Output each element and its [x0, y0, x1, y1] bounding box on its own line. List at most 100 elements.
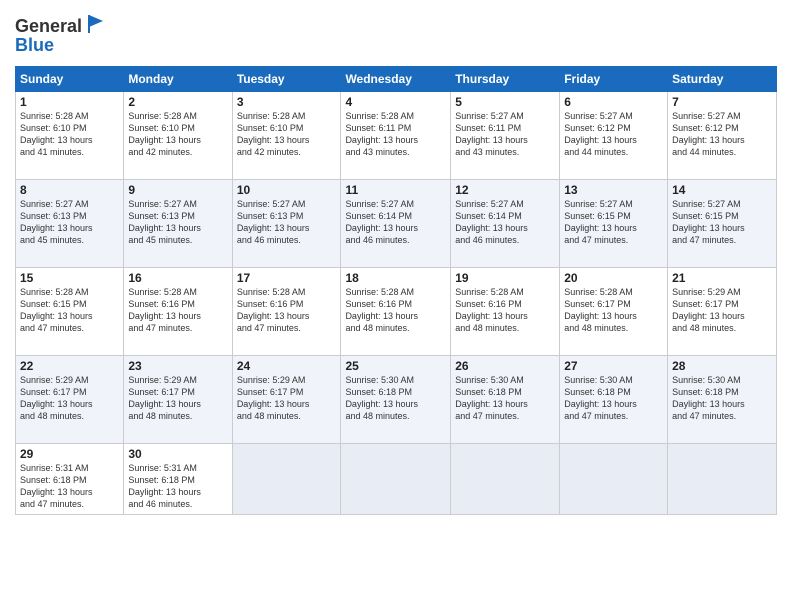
- page: General Blue Sunday Monday Tuesday Wedne…: [0, 0, 792, 612]
- calendar: Sunday Monday Tuesday Wednesday Thursday…: [15, 66, 777, 515]
- table-row: 30 Sunrise: 5:31 AMSunset: 6:18 PMDaylig…: [124, 444, 232, 515]
- day-number: 5: [455, 95, 555, 109]
- day-info: Sunrise: 5:30 AMSunset: 6:18 PMDaylight:…: [345, 375, 418, 421]
- table-row: 15 Sunrise: 5:28 AMSunset: 6:15 PMDaylig…: [16, 268, 124, 356]
- table-row: 10 Sunrise: 5:27 AMSunset: 6:13 PMDaylig…: [232, 180, 341, 268]
- day-info: Sunrise: 5:27 AMSunset: 6:12 PMDaylight:…: [672, 111, 745, 157]
- day-info: Sunrise: 5:27 AMSunset: 6:15 PMDaylight:…: [672, 199, 745, 245]
- day-info: Sunrise: 5:27 AMSunset: 6:15 PMDaylight:…: [564, 199, 637, 245]
- day-info: Sunrise: 5:27 AMSunset: 6:13 PMDaylight:…: [128, 199, 201, 245]
- table-row: 11 Sunrise: 5:27 AMSunset: 6:14 PMDaylig…: [341, 180, 451, 268]
- table-row: 8 Sunrise: 5:27 AMSunset: 6:13 PMDayligh…: [16, 180, 124, 268]
- day-info: Sunrise: 5:29 AMSunset: 6:17 PMDaylight:…: [20, 375, 93, 421]
- logo-blue: Blue: [15, 35, 107, 56]
- day-number: 10: [237, 183, 337, 197]
- day-info: Sunrise: 5:28 AMSunset: 6:10 PMDaylight:…: [20, 111, 93, 157]
- day-info: Sunrise: 5:27 AMSunset: 6:14 PMDaylight:…: [345, 199, 418, 245]
- day-number: 4: [345, 95, 446, 109]
- day-info: Sunrise: 5:29 AMSunset: 6:17 PMDaylight:…: [672, 287, 745, 333]
- table-row: 27 Sunrise: 5:30 AMSunset: 6:18 PMDaylig…: [560, 356, 668, 444]
- table-row: 5 Sunrise: 5:27 AMSunset: 6:11 PMDayligh…: [451, 92, 560, 180]
- logo-flag-icon: [85, 13, 107, 35]
- day-info: Sunrise: 5:27 AMSunset: 6:14 PMDaylight:…: [455, 199, 528, 245]
- table-row: [668, 444, 777, 515]
- table-row: 13 Sunrise: 5:27 AMSunset: 6:15 PMDaylig…: [560, 180, 668, 268]
- day-number: 11: [345, 183, 446, 197]
- table-row: 12 Sunrise: 5:27 AMSunset: 6:14 PMDaylig…: [451, 180, 560, 268]
- table-row: 23 Sunrise: 5:29 AMSunset: 6:17 PMDaylig…: [124, 356, 232, 444]
- day-info: Sunrise: 5:27 AMSunset: 6:13 PMDaylight:…: [237, 199, 310, 245]
- table-row: 17 Sunrise: 5:28 AMSunset: 6:16 PMDaylig…: [232, 268, 341, 356]
- day-info: Sunrise: 5:27 AMSunset: 6:13 PMDaylight:…: [20, 199, 93, 245]
- col-saturday: Saturday: [668, 67, 777, 92]
- day-number: 26: [455, 359, 555, 373]
- day-number: 20: [564, 271, 663, 285]
- day-number: 9: [128, 183, 227, 197]
- col-friday: Friday: [560, 67, 668, 92]
- day-number: 16: [128, 271, 227, 285]
- table-row: 18 Sunrise: 5:28 AMSunset: 6:16 PMDaylig…: [341, 268, 451, 356]
- day-number: 1: [20, 95, 119, 109]
- table-row: 16 Sunrise: 5:28 AMSunset: 6:16 PMDaylig…: [124, 268, 232, 356]
- day-info: Sunrise: 5:27 AMSunset: 6:12 PMDaylight:…: [564, 111, 637, 157]
- day-info: Sunrise: 5:28 AMSunset: 6:10 PMDaylight:…: [237, 111, 310, 157]
- table-row: 14 Sunrise: 5:27 AMSunset: 6:15 PMDaylig…: [668, 180, 777, 268]
- table-row: 25 Sunrise: 5:30 AMSunset: 6:18 PMDaylig…: [341, 356, 451, 444]
- day-info: Sunrise: 5:28 AMSunset: 6:16 PMDaylight:…: [128, 287, 201, 333]
- table-row: 4 Sunrise: 5:28 AMSunset: 6:11 PMDayligh…: [341, 92, 451, 180]
- col-tuesday: Tuesday: [232, 67, 341, 92]
- table-row: 3 Sunrise: 5:28 AMSunset: 6:10 PMDayligh…: [232, 92, 341, 180]
- col-thursday: Thursday: [451, 67, 560, 92]
- day-info: Sunrise: 5:31 AMSunset: 6:18 PMDaylight:…: [20, 463, 93, 509]
- table-row: 24 Sunrise: 5:29 AMSunset: 6:17 PMDaylig…: [232, 356, 341, 444]
- day-number: 6: [564, 95, 663, 109]
- table-row: 28 Sunrise: 5:30 AMSunset: 6:18 PMDaylig…: [668, 356, 777, 444]
- day-number: 30: [128, 447, 227, 461]
- day-number: 7: [672, 95, 772, 109]
- day-info: Sunrise: 5:28 AMSunset: 6:16 PMDaylight:…: [345, 287, 418, 333]
- day-info: Sunrise: 5:30 AMSunset: 6:18 PMDaylight:…: [672, 375, 745, 421]
- table-row: [341, 444, 451, 515]
- day-number: 14: [672, 183, 772, 197]
- day-number: 2: [128, 95, 227, 109]
- table-row: 2 Sunrise: 5:28 AMSunset: 6:10 PMDayligh…: [124, 92, 232, 180]
- day-info: Sunrise: 5:28 AMSunset: 6:17 PMDaylight:…: [564, 287, 637, 333]
- day-number: 12: [455, 183, 555, 197]
- day-info: Sunrise: 5:27 AMSunset: 6:11 PMDaylight:…: [455, 111, 528, 157]
- table-row: 29 Sunrise: 5:31 AMSunset: 6:18 PMDaylig…: [16, 444, 124, 515]
- day-info: Sunrise: 5:31 AMSunset: 6:18 PMDaylight:…: [128, 463, 201, 509]
- table-row: [560, 444, 668, 515]
- table-row: 22 Sunrise: 5:29 AMSunset: 6:17 PMDaylig…: [16, 356, 124, 444]
- logo: General Blue: [15, 15, 107, 56]
- day-number: 22: [20, 359, 119, 373]
- day-number: 13: [564, 183, 663, 197]
- day-number: 23: [128, 359, 227, 373]
- day-number: 25: [345, 359, 446, 373]
- day-number: 19: [455, 271, 555, 285]
- logo-general: General: [15, 16, 82, 37]
- table-row: 6 Sunrise: 5:27 AMSunset: 6:12 PMDayligh…: [560, 92, 668, 180]
- day-number: 29: [20, 447, 119, 461]
- day-info: Sunrise: 5:28 AMSunset: 6:10 PMDaylight:…: [128, 111, 201, 157]
- day-info: Sunrise: 5:28 AMSunset: 6:11 PMDaylight:…: [345, 111, 418, 157]
- day-info: Sunrise: 5:28 AMSunset: 6:16 PMDaylight:…: [237, 287, 310, 333]
- calendar-header-row: Sunday Monday Tuesday Wednesday Thursday…: [16, 67, 777, 92]
- day-info: Sunrise: 5:30 AMSunset: 6:18 PMDaylight:…: [455, 375, 528, 421]
- day-number: 27: [564, 359, 663, 373]
- table-row: 7 Sunrise: 5:27 AMSunset: 6:12 PMDayligh…: [668, 92, 777, 180]
- day-number: 17: [237, 271, 337, 285]
- col-sunday: Sunday: [16, 67, 124, 92]
- table-row: [232, 444, 341, 515]
- col-monday: Monday: [124, 67, 232, 92]
- day-number: 28: [672, 359, 772, 373]
- day-info: Sunrise: 5:29 AMSunset: 6:17 PMDaylight:…: [128, 375, 201, 421]
- day-info: Sunrise: 5:28 AMSunset: 6:16 PMDaylight:…: [455, 287, 528, 333]
- day-info: Sunrise: 5:29 AMSunset: 6:17 PMDaylight:…: [237, 375, 310, 421]
- col-wednesday: Wednesday: [341, 67, 451, 92]
- day-number: 24: [237, 359, 337, 373]
- day-number: 15: [20, 271, 119, 285]
- day-info: Sunrise: 5:30 AMSunset: 6:18 PMDaylight:…: [564, 375, 637, 421]
- table-row: 1 Sunrise: 5:28 AMSunset: 6:10 PMDayligh…: [16, 92, 124, 180]
- day-number: 8: [20, 183, 119, 197]
- table-row: [451, 444, 560, 515]
